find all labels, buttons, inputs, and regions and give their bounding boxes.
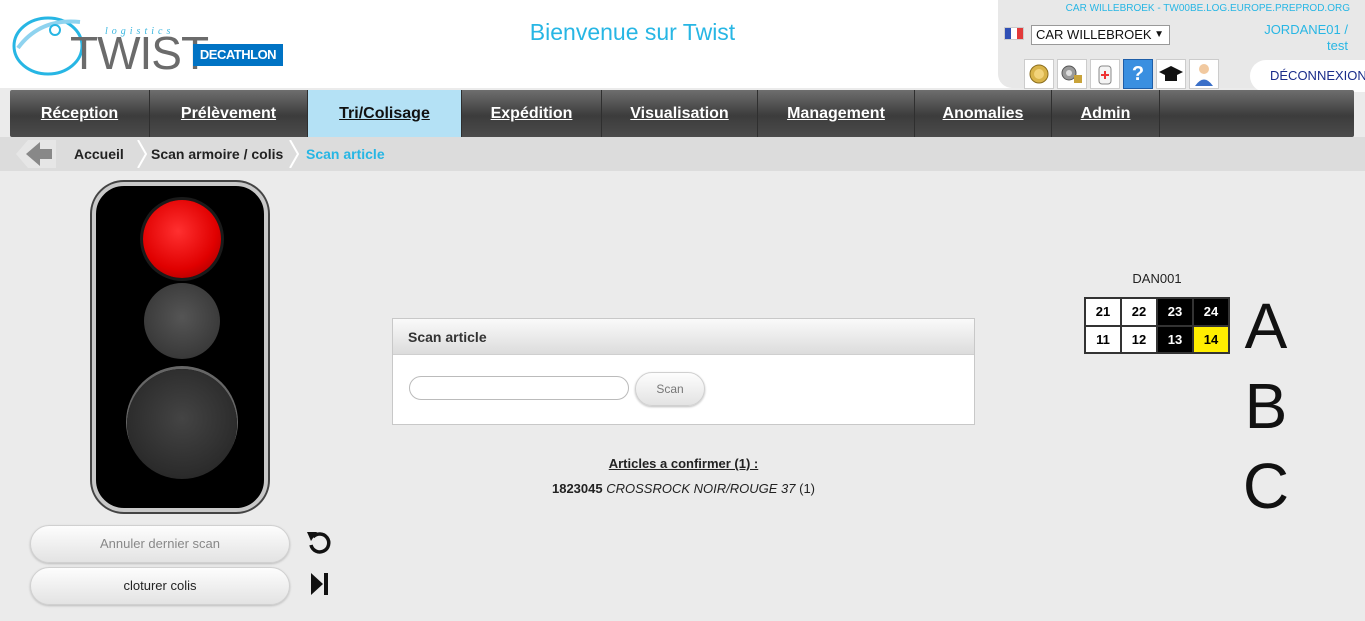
article-qty: (1) bbox=[799, 481, 816, 496]
cabinet-cell: 12 bbox=[1122, 326, 1156, 352]
cabinet-cell: 24 bbox=[1194, 299, 1228, 325]
help-icon[interactable]: ? bbox=[1123, 59, 1153, 89]
nav-item-exp-dition[interactable]: Expédition bbox=[462, 90, 602, 137]
close-parcel-button[interactable]: cloturer colis bbox=[30, 567, 290, 605]
site-select[interactable]: CAR WILLEBROEK ▼ bbox=[1031, 25, 1170, 45]
cabinet-label: DAN001 bbox=[1132, 271, 1182, 286]
user-profile: test bbox=[1327, 38, 1348, 53]
articles-to-confirm-title: Articles a confirmer (1) : bbox=[608, 456, 759, 471]
decathlon-logo: DECATHLON bbox=[193, 44, 283, 66]
header: logistics TWIST DECATHLON Bienvenue sur … bbox=[0, 0, 1365, 92]
nav-item-visualisation[interactable]: Visualisation bbox=[602, 90, 758, 137]
scan-article-input[interactable] bbox=[409, 376, 629, 400]
cabinet-cell: 13 bbox=[1158, 326, 1192, 352]
nav-item-tri-colisage[interactable]: Tri/Colisage bbox=[308, 90, 462, 137]
cabinet-cell: 22 bbox=[1122, 299, 1156, 325]
traffic-light-amber bbox=[144, 283, 220, 359]
scan-article-panel: Scan article Scan bbox=[392, 318, 975, 425]
breadcrumb-home[interactable]: Accueil bbox=[74, 146, 124, 162]
cabinet-cell: 21 bbox=[1086, 299, 1120, 325]
traffic-light bbox=[92, 182, 268, 512]
nav-item-pr-l-vement[interactable]: Prélèvement bbox=[150, 90, 308, 137]
nav-item-anomalies[interactable]: Anomalies bbox=[915, 90, 1052, 137]
article-name: CROSSROCK NOIR/ROUGE 37 bbox=[606, 481, 796, 496]
cabinet-cell: 14 bbox=[1194, 326, 1228, 352]
row-letter-b: B bbox=[1244, 370, 1288, 442]
undo-icon[interactable] bbox=[305, 528, 333, 556]
breadcrumb-separator-icon bbox=[289, 140, 300, 168]
nav-item-r-ception[interactable]: Réception bbox=[10, 90, 150, 137]
article-line: 1823045 CROSSROCK NOIR/ROUGE 37 (1) bbox=[392, 481, 975, 496]
settings-lock-icon[interactable] bbox=[1057, 59, 1087, 89]
user-info[interactable]: JORDANE01 / test bbox=[1264, 22, 1348, 54]
scan-button[interactable]: Scan bbox=[635, 372, 705, 406]
toolbar: ? bbox=[1024, 59, 1219, 89]
skip-next-icon[interactable] bbox=[305, 570, 333, 598]
back-arrow-icon[interactable] bbox=[16, 140, 56, 168]
main-nav: Réception Prélèvement Tri/Colisage Expéditi… bbox=[10, 90, 1354, 137]
user-login: JORDANE01 / bbox=[1264, 22, 1348, 37]
user-support-icon[interactable] bbox=[1189, 59, 1219, 89]
breadcrumb: Accueil Scan armoire / colis Scan articl… bbox=[0, 137, 1365, 171]
row-letter-c: C bbox=[1242, 450, 1290, 522]
traffic-light-red bbox=[143, 200, 221, 278]
row-letter-a: A bbox=[1244, 290, 1288, 362]
cabinet-grid: 21 22 23 24 11 12 13 14 bbox=[1084, 297, 1230, 354]
cabinet-cell: 23 bbox=[1158, 299, 1192, 325]
site-select-value: CAR WILLEBROEK bbox=[1036, 27, 1152, 42]
breadcrumb-current: Scan article bbox=[306, 146, 385, 162]
traffic-light-green bbox=[127, 369, 237, 479]
scan-panel-title: Scan article bbox=[393, 319, 974, 355]
graduation-cap-icon[interactable] bbox=[1156, 59, 1186, 89]
medal-icon[interactable] bbox=[1024, 59, 1054, 89]
user-panel: CAR WILLEBROEK - TW00BE.LOG.EUROPE.PREPR… bbox=[998, 0, 1365, 92]
article-code: 1823045 bbox=[551, 481, 603, 496]
breadcrumb-separator-icon bbox=[137, 140, 148, 168]
dropdown-arrow-icon: ▼ bbox=[1154, 29, 1164, 40]
server-info: CAR WILLEBROEK - TW00BE.LOG.EUROPE.PREPR… bbox=[1065, 3, 1350, 14]
logout-button[interactable]: DÉCONNEXION bbox=[1250, 60, 1365, 92]
nav-item-management[interactable]: Management bbox=[758, 90, 915, 137]
cabinet-cell: 11 bbox=[1086, 326, 1120, 352]
cancel-last-scan-button[interactable]: Annuler dernier scan bbox=[30, 525, 290, 563]
breadcrumb-level1[interactable]: Scan armoire / colis bbox=[151, 146, 283, 162]
french-flag-icon[interactable] bbox=[1004, 27, 1024, 40]
nav-item-admin[interactable]: Admin bbox=[1052, 90, 1160, 137]
first-aid-icon[interactable] bbox=[1090, 59, 1120, 89]
